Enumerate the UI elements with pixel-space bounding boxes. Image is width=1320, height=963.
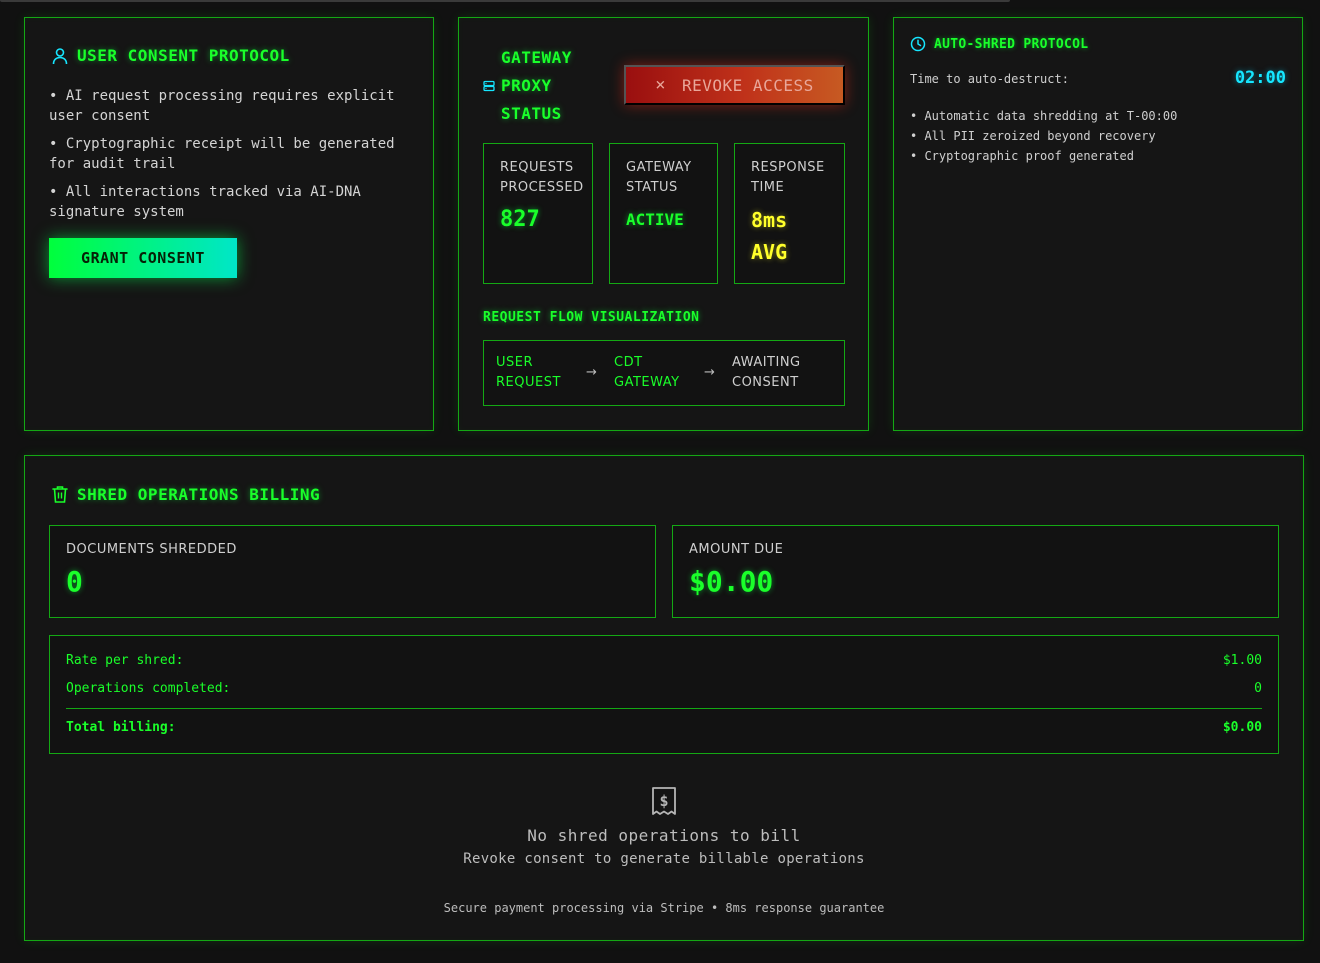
stat-label-line: REQUESTS bbox=[500, 160, 574, 175]
autoshred-item: • Automatic data shredding at T-00:00 bbox=[910, 109, 1178, 123]
gateway-header: GATEWAY PROXY STATUS bbox=[483, 44, 572, 128]
total-row: Total billing: $0.00 bbox=[66, 717, 1262, 745]
server-icon bbox=[483, 80, 495, 92]
revoke-access-button[interactable]: × REVOKE ACCESS bbox=[624, 65, 845, 105]
autoshred-title: AUTO-SHRED PROTOCOL bbox=[934, 36, 1089, 52]
amount-due-card: AMOUNT DUE $0.00 bbox=[672, 525, 1279, 618]
rate-label: Rate per shred: bbox=[66, 653, 184, 668]
stat-label-line: RESPONSE bbox=[751, 160, 825, 175]
gateway-status-value: ACTIVE bbox=[626, 210, 684, 229]
flow-step-line: CDT bbox=[614, 355, 643, 370]
shred-billing-panel: SHRED OPERATIONS BILLING DOCUMENTS SHRED… bbox=[24, 455, 1304, 941]
billing-title: SHRED OPERATIONS BILLING bbox=[77, 484, 321, 504]
empty-state: $ No shred operations to bill Revoke con… bbox=[25, 786, 1303, 867]
flow-step-awaiting-consent: AWAITING CONSENT bbox=[732, 353, 822, 393]
stat-label-line: STATUS bbox=[626, 180, 678, 195]
revoke-access-label: REVOKE ACCESS bbox=[682, 75, 814, 95]
stat-label-line: PROCESSED bbox=[500, 180, 584, 195]
consent-bullet: • Cryptographic receipt will be generate… bbox=[49, 136, 395, 172]
flow-step-line: GATEWAY bbox=[614, 375, 680, 390]
stat-label: REQUESTS PROCESSED bbox=[500, 158, 584, 198]
trash-icon bbox=[52, 486, 68, 503]
flow-step-line: AWAITING bbox=[732, 355, 801, 370]
flow-step-line: REQUEST bbox=[496, 375, 561, 390]
documents-shredded-label: DOCUMENTS SHREDDED bbox=[66, 542, 237, 557]
rate-value: $1.00 bbox=[1222, 653, 1262, 668]
receipt-icon: $ bbox=[652, 787, 676, 815]
payment-footer: Secure payment processing via Stripe • 8… bbox=[443, 901, 885, 915]
stat-label: GATEWAY STATUS bbox=[626, 158, 701, 198]
documents-shredded-value: 0 bbox=[66, 565, 83, 598]
consent-title: USER CONSENT PROTOCOL bbox=[77, 46, 290, 65]
total-value: $0.00 bbox=[1222, 720, 1262, 735]
autoshred-item: • Cryptographic proof generated bbox=[910, 149, 1134, 163]
amount-due-value: $0.00 bbox=[689, 565, 774, 598]
response-time-line: 8ms bbox=[751, 208, 788, 232]
auto-shred-panel: AUTO-SHRED PROTOCOL Time to auto-destruc… bbox=[893, 17, 1303, 431]
svg-text:$: $ bbox=[659, 792, 668, 810]
gateway-title-line: GATEWAY bbox=[501, 48, 572, 67]
consent-bullet: • All interactions tracked via AI-DNA si… bbox=[49, 184, 361, 220]
stat-label-line: GATEWAY bbox=[626, 160, 692, 175]
gateway-title-line: PROXY bbox=[501, 76, 552, 95]
request-flow: USER REQUEST → CDT GATEWAY → AWAITING CO… bbox=[483, 340, 845, 406]
operations-value: 0 bbox=[1254, 681, 1262, 696]
rate-row: Rate per shred: $1.00 bbox=[66, 650, 1262, 678]
requests-processed-value: 827 bbox=[500, 207, 540, 232]
consent-header: USER CONSENT PROTOCOL bbox=[51, 46, 290, 65]
consent-bullet: • AI request processing requires explici… bbox=[49, 88, 395, 124]
grant-consent-button[interactable]: GRANT CONSENT bbox=[49, 238, 237, 278]
autoshred-item: • All PII zeroized beyond recovery bbox=[910, 129, 1156, 143]
user-consent-panel: USER CONSENT PROTOCOL • AI request proce… bbox=[24, 17, 434, 431]
total-label: Total billing: bbox=[66, 720, 176, 735]
countdown-timer: 02:00 bbox=[1234, 68, 1286, 88]
consent-bullets: • AI request processing requires explici… bbox=[49, 86, 419, 230]
stat-label-line: TIME bbox=[751, 180, 785, 195]
autoshred-list: • Automatic data shredding at T-00:00 • … bbox=[910, 106, 1177, 166]
documents-shredded-card: DOCUMENTS SHREDDED 0 bbox=[49, 525, 656, 618]
operations-label: Operations completed: bbox=[66, 681, 231, 696]
billing-header: SHRED OPERATIONS BILLING bbox=[51, 484, 320, 504]
clock-icon bbox=[910, 36, 926, 52]
flow-step-line: USER bbox=[496, 355, 534, 370]
amount-due-label: AMOUNT DUE bbox=[689, 542, 784, 557]
empty-title: No shred operations to bill bbox=[527, 826, 801, 845]
requests-processed-card: REQUESTS PROCESSED 827 bbox=[483, 143, 593, 284]
gateway-proxy-panel: GATEWAY PROXY STATUS × REVOKE ACCESS REQ… bbox=[458, 17, 869, 431]
empty-subtitle: Revoke consent to generate billable oper… bbox=[463, 851, 865, 867]
gateway-title-line: STATUS bbox=[501, 104, 562, 123]
autoshred-header: AUTO-SHRED PROTOCOL bbox=[910, 36, 1088, 52]
flow-step-cdt-gateway: CDT GATEWAY bbox=[614, 353, 704, 393]
ledger-divider bbox=[66, 708, 1262, 709]
flow-title: REQUEST FLOW VISUALIZATION bbox=[483, 310, 700, 325]
arrow-right-icon: → bbox=[704, 365, 716, 380]
gateway-title: GATEWAY PROXY STATUS bbox=[501, 44, 572, 128]
arrow-right-icon: → bbox=[586, 365, 598, 380]
countdown-label: Time to auto-destruct: bbox=[910, 72, 1069, 86]
gateway-status-card: GATEWAY STATUS ACTIVE bbox=[609, 143, 718, 284]
billing-ledger: Rate per shred: $1.00 Operations complet… bbox=[49, 635, 1279, 754]
operations-row: Operations completed: 0 bbox=[66, 678, 1262, 706]
browser-top-edge bbox=[0, 0, 1010, 2]
flow-step-line: CONSENT bbox=[732, 375, 799, 390]
response-time-line: AVG bbox=[751, 240, 788, 264]
user-icon bbox=[52, 47, 68, 64]
flow-step-user-request: USER REQUEST bbox=[496, 353, 586, 393]
response-time-value: 8ms AVG bbox=[751, 204, 828, 268]
stat-label: RESPONSE TIME bbox=[751, 158, 828, 198]
close-icon: × bbox=[655, 75, 666, 95]
response-time-card: RESPONSE TIME 8ms AVG bbox=[734, 143, 845, 284]
